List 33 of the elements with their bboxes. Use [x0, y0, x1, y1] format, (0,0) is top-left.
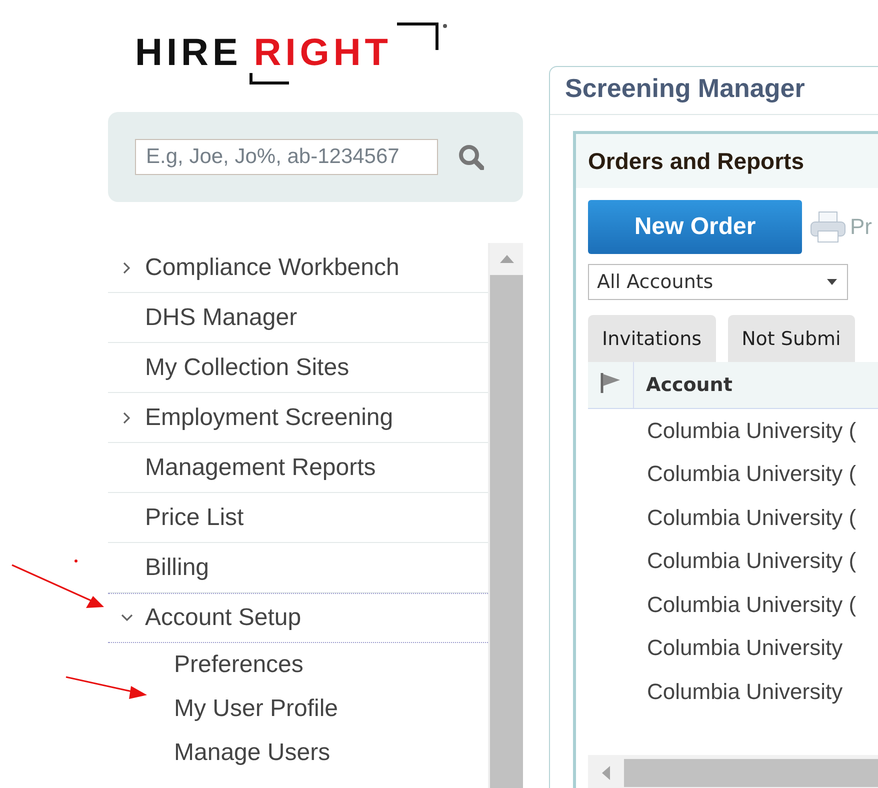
search-field[interactable]: E.g, Joe, Jo%, ab-1234567 — [135, 139, 438, 175]
chevron-right-icon[interactable] — [122, 262, 130, 274]
table-cell-text: Columbia University — [646, 634, 844, 662]
logo-text: HIRE — [135, 34, 242, 72]
chevron-down-icon[interactable] — [120, 614, 132, 622]
account-select[interactable]: All Accounts — [588, 264, 848, 300]
bracket-icon — [397, 22, 449, 50]
scroll-left-icon[interactable] — [602, 766, 610, 780]
annotation-dot — [74, 560, 78, 562]
submenu-item[interactable]: Preferences — [108, 643, 488, 687]
column-header[interactable]: Account — [634, 374, 732, 396]
table-cell-text: Columbia University ( — [646, 590, 858, 619]
search-icon[interactable] — [458, 144, 484, 170]
section-title: Orders and Reports — [576, 134, 878, 188]
new-order-button[interactable]: New Order — [588, 200, 802, 254]
scrollbar[interactable] — [588, 755, 878, 788]
flag-icon[interactable] — [600, 372, 622, 394]
table-cell-text: Columbia University ( — [646, 547, 858, 576]
bracket-icon — [249, 73, 289, 85]
tab[interactable]: Not Submi — [728, 315, 855, 362]
table-cell-text: Columbia University ( — [646, 416, 858, 445]
tab[interactable]: Invitations — [588, 315, 716, 362]
submenu-item[interactable]: Manage Users — [108, 731, 488, 775]
table-cell-text: Columbia University ( — [646, 460, 858, 488]
dropdown-caret-icon[interactable] — [827, 279, 837, 285]
table-cell-text: Columbia University — [646, 678, 844, 706]
table-cell-text: Columbia University ( — [646, 504, 858, 532]
panel-title: Screening Manager — [550, 67, 878, 115]
logo-text: RIGHT — [254, 34, 392, 72]
scroll-up-icon[interactable] — [500, 255, 514, 263]
submenu-item[interactable]: My User Profile — [108, 687, 488, 731]
scrollbar[interactable] — [488, 243, 523, 788]
chevron-right-icon[interactable] — [122, 412, 130, 424]
